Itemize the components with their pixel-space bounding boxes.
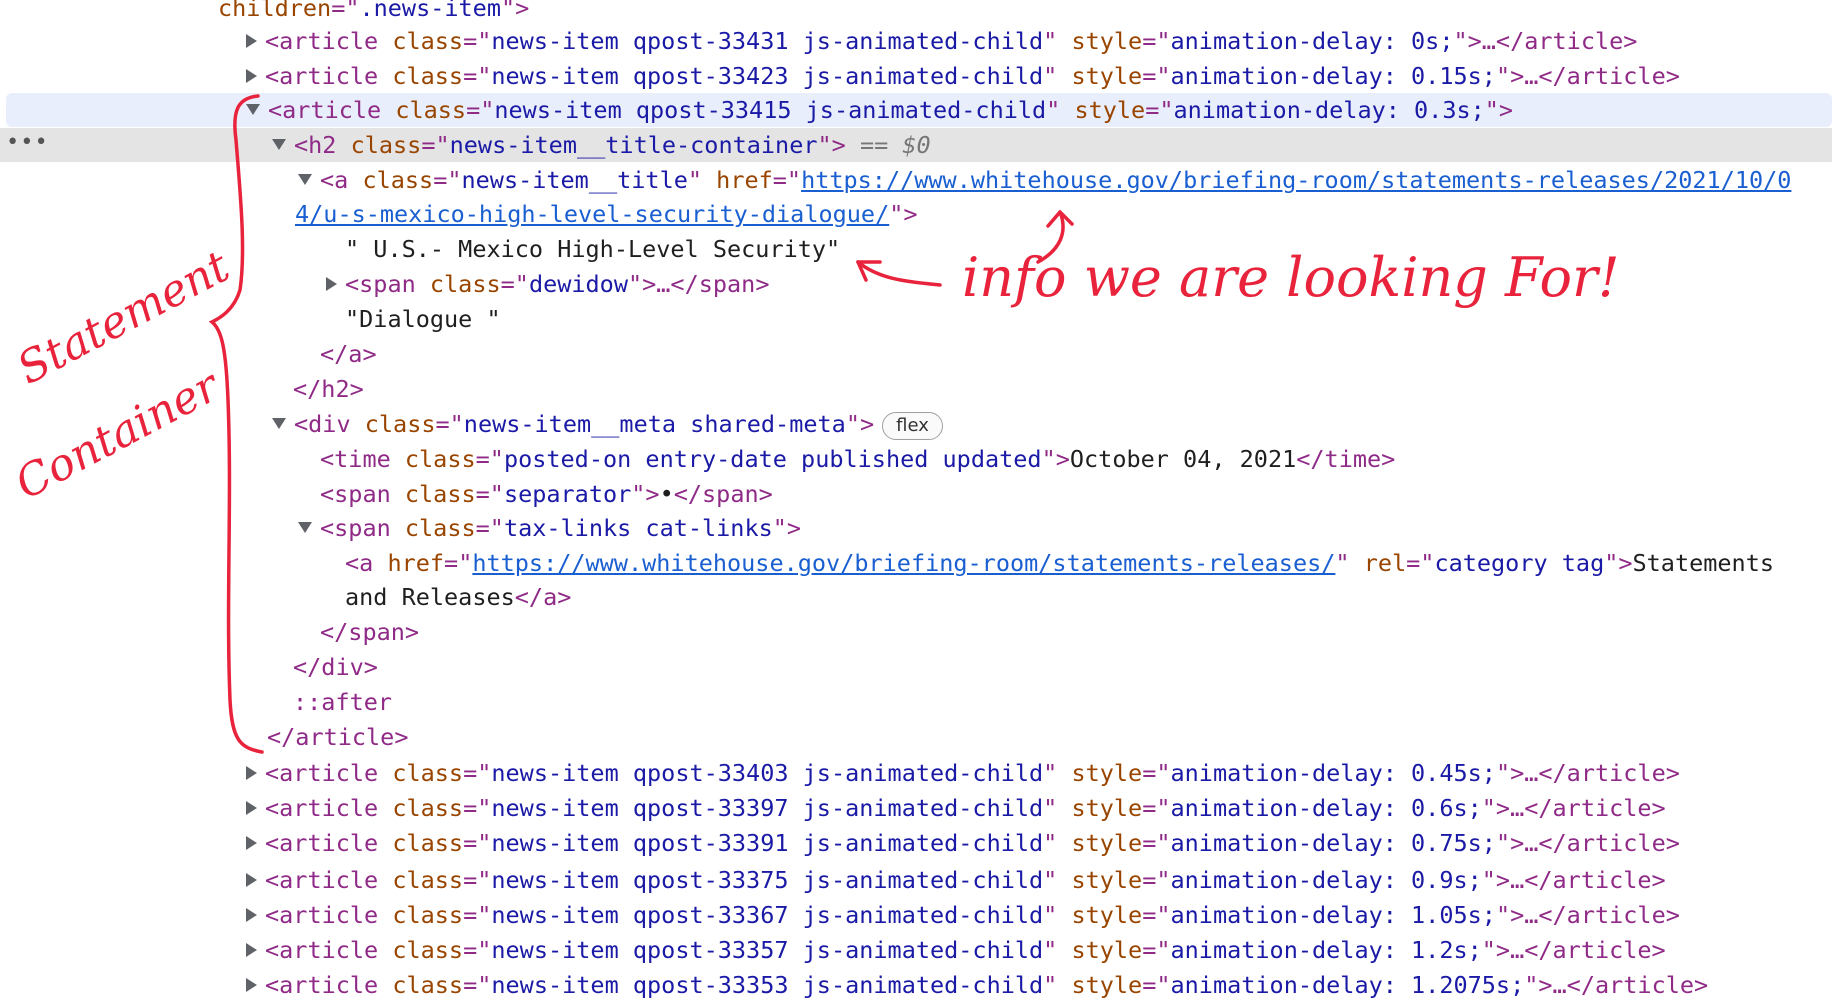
collapse-triangle-icon[interactable] xyxy=(246,872,257,887)
article-open-tag-expanded[interactable]: <article class="news-item qpost-33415 js… xyxy=(0,93,1832,127)
a-close-tag[interactable]: </a> xyxy=(0,337,1832,371)
collapsed_after-collapsed-article-3[interactable]: <article class="news-item qpost-33375 js… xyxy=(0,863,1832,897)
div-close-tag[interactable]: </div> xyxy=(0,650,1832,684)
children-attr-line: children=".news-item"> xyxy=(218,0,530,22)
collapsed_before-collapsed-article-1[interactable]: <article class="news-item qpost-33423 js… xyxy=(0,59,1832,93)
collapsed_after-collapsed-article-2[interactable]: <article class="news-item qpost-33391 js… xyxy=(0,826,1832,860)
collapsed_before-collapsed-article-0[interactable]: <article class="news-item qpost-33431 js… xyxy=(0,24,1832,58)
collapse-triangle-icon[interactable] xyxy=(326,276,337,291)
dewidow-span-tag[interactable]: <span class="dewidow">…</span> xyxy=(0,267,1832,301)
collapse-triangle-icon[interactable] xyxy=(246,33,257,48)
collapse-triangle-icon[interactable] xyxy=(246,765,257,780)
collapsed_after-collapsed-article-6[interactable]: <article class="news-item qpost-33353 js… xyxy=(0,968,1832,1002)
collapse-triangle-icon[interactable] xyxy=(246,977,257,992)
collapsed_after-collapsed-article-1[interactable]: <article class="news-item qpost-33397 js… xyxy=(0,791,1832,825)
time-tag[interactable]: <time class="posted-on entry-date publis… xyxy=(0,442,1832,476)
expand-triangle-icon[interactable] xyxy=(298,174,312,185)
separator-span-tag[interactable]: <span class="separator">•</span> xyxy=(0,477,1832,511)
title-href-link[interactable]: https://www.whitehouse.gov/briefing-room… xyxy=(801,166,1791,194)
collapse-triangle-icon[interactable] xyxy=(246,68,257,83)
expand-triangle-icon[interactable] xyxy=(272,139,286,150)
title-href-link-cont[interactable]: 4/u-s-mexico-high-level-security-dialogu… xyxy=(295,200,889,228)
title-link-open-tag[interactable]: <a class="news-item__title" href="https:… xyxy=(0,163,1832,197)
title-text-node-2[interactable]: "Dialogue " xyxy=(0,302,1832,336)
collapsed_after-collapsed-article-0[interactable]: <article class="news-item qpost-33403 js… xyxy=(0,756,1832,790)
expand-triangle-icon[interactable] xyxy=(246,104,260,115)
flex-badge[interactable]: flex xyxy=(882,411,943,440)
collapse-triangle-icon[interactable] xyxy=(246,835,257,850)
span-close-tag[interactable]: </span> xyxy=(0,615,1832,649)
article-close-tag[interactable]: </article> xyxy=(0,720,1832,754)
meta-div-open-tag[interactable]: <div class="news-item__meta shared-meta"… xyxy=(0,407,1832,441)
expand-triangle-icon[interactable] xyxy=(298,522,312,533)
after-pseudo-element[interactable]: ::after xyxy=(0,685,1832,719)
title-link-href-cont[interactable]: 4/u-s-mexico-high-level-security-dialogu… xyxy=(0,197,1832,231)
collapsed_after-collapsed-article-4[interactable]: <article class="news-item qpost-33367 js… xyxy=(0,898,1832,932)
h2-close-tag[interactable]: </h2> xyxy=(0,372,1832,406)
collapse-triangle-icon[interactable] xyxy=(246,942,257,957)
category-href-link[interactable]: https://www.whitehouse.gov/briefing-room… xyxy=(472,549,1335,577)
expand-triangle-icon[interactable] xyxy=(272,418,286,429)
collapsed_after-collapsed-article-5[interactable]: <article class="news-item qpost-33357 js… xyxy=(0,933,1832,967)
category-link-text-cont[interactable]: and Releases</a> xyxy=(0,580,1832,614)
title-text-node-1[interactable]: " U.S.- Mexico High-Level Security" xyxy=(0,232,1832,266)
tax-links-span-tag[interactable]: <span class="tax-links cat-links"> xyxy=(0,511,1832,545)
h2-open-tag[interactable]: <h2 class="news-item__title-container"> … xyxy=(0,128,1832,162)
collapse-triangle-icon[interactable] xyxy=(246,907,257,922)
collapse-triangle-icon[interactable] xyxy=(246,800,257,815)
category-link-tag[interactable]: <a href="https://www.whitehouse.gov/brie… xyxy=(0,546,1832,580)
